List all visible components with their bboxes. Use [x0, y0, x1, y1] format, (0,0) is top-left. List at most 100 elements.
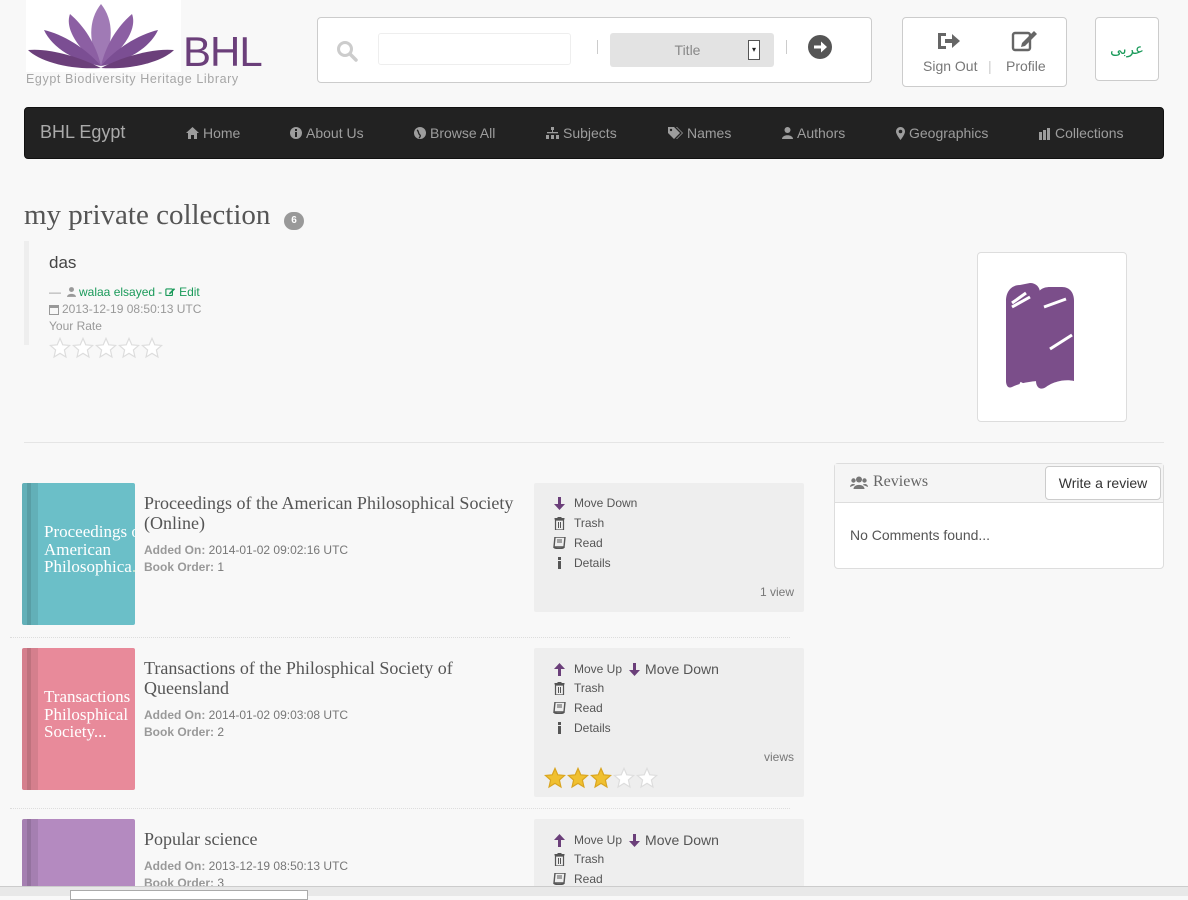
sign-out-icon[interactable]	[936, 29, 962, 53]
action-label: Details	[574, 721, 611, 735]
star-empty-icon[interactable]	[72, 337, 94, 359]
book-rating-stars[interactable]	[544, 767, 658, 789]
move-down-action[interactable]: Move Down	[645, 832, 719, 848]
star-empty-icon[interactable]	[636, 767, 658, 789]
dropdown-arrow-icon[interactable]: ▾	[748, 40, 760, 60]
trash-action[interactable]: Trash	[553, 516, 604, 530]
profile-link[interactable]: Profile	[1006, 58, 1046, 74]
move-up-action[interactable]: Move Up	[574, 662, 622, 676]
star-filled-icon[interactable]	[567, 767, 589, 789]
star-empty-icon[interactable]	[95, 337, 117, 359]
details-action[interactable]: Details	[553, 721, 611, 735]
nav-item-label: Authors	[797, 125, 846, 141]
collection-date: 2013-12-19 08:50:13 UTC	[62, 302, 202, 316]
action-label: Read	[574, 872, 603, 886]
read-action[interactable]: Read	[553, 701, 603, 715]
book-cover[interactable]	[22, 819, 135, 896]
action-label: Read	[574, 701, 603, 715]
book-title-link[interactable]: Proceedings of the American Philosophica…	[144, 493, 524, 533]
nav-item-label: Home	[203, 125, 241, 141]
nav-item-subjects[interactable]: Subjects	[546, 125, 617, 141]
nav-item-label: Names	[687, 125, 732, 141]
bottom-input[interactable]	[70, 890, 308, 900]
book-cover[interactable]: Proceedings of the American Philosophica…	[22, 483, 135, 625]
section-divider	[24, 442, 1164, 443]
book-icon	[553, 873, 566, 885]
tags-icon	[668, 127, 683, 139]
info-icon	[558, 557, 561, 569]
view-count: 1 view	[759, 585, 794, 599]
map-marker-icon	[896, 126, 905, 140]
user-icon	[782, 127, 793, 139]
trash-action[interactable]: Trash	[553, 681, 604, 695]
your-rate-label: Your Rate	[49, 319, 102, 333]
search-go-button[interactable]	[807, 34, 833, 60]
book-order: Book Order: 2	[144, 725, 224, 739]
details-action[interactable]: Details	[553, 556, 611, 570]
nav-item-about-us[interactable]: About Us	[290, 125, 364, 141]
your-rate-stars[interactable]	[49, 337, 163, 359]
sitemap-icon	[546, 127, 559, 139]
search-input[interactable]	[378, 33, 571, 65]
trash-action[interactable]: Trash	[553, 852, 604, 866]
user-menu-separator: |	[988, 58, 992, 74]
book-icon	[553, 702, 566, 714]
star-empty-icon[interactable]	[141, 337, 163, 359]
read-action[interactable]: Read	[553, 872, 603, 886]
row-divider	[10, 637, 790, 638]
nav-item-collections[interactable]: Collections	[1039, 125, 1123, 141]
move-down-action[interactable]: Move Down	[553, 496, 637, 510]
added-label: Added On:	[144, 859, 206, 873]
book-spine-line	[27, 819, 31, 896]
nav-item-home[interactable]: Home	[186, 125, 240, 141]
cover-title: Proceedings of the American Philosophica	[44, 522, 135, 576]
added-label: Added On:	[144, 708, 206, 722]
arrow-down-icon	[629, 662, 641, 676]
order-label: Book Order:	[144, 725, 215, 739]
order-value: 1	[217, 560, 225, 574]
star-empty-icon[interactable]	[118, 337, 140, 359]
logo-text: BHL	[183, 28, 263, 75]
nav-item-names[interactable]: Names	[668, 125, 731, 141]
trash-icon	[554, 852, 565, 866]
nav-item-geographics[interactable]: Geographics	[896, 125, 988, 141]
star-empty-icon[interactable]	[613, 767, 635, 789]
navbar-brand[interactable]: BHL Egypt	[40, 122, 125, 143]
move-up-action[interactable]: Move Up	[574, 833, 622, 847]
read-action[interactable]: Read	[553, 536, 603, 550]
nav-item-label: Collections	[1055, 125, 1124, 141]
owner-link[interactable]: walaa elsayed	[79, 285, 155, 299]
logo-subtitle: Egypt Biodiversity Heritage Library	[26, 72, 239, 86]
edit-profile-icon[interactable]	[1011, 28, 1039, 54]
nav-item-label: Geographics	[909, 125, 989, 141]
action-label: Read	[574, 536, 603, 550]
action-label: Trash	[574, 852, 605, 866]
trash-icon	[554, 516, 565, 530]
book-title-link[interactable]: Popular science	[144, 829, 504, 849]
write-review-button[interactable]: Write a review	[1045, 466, 1161, 500]
added-label: Added On:	[144, 543, 206, 557]
star-filled-icon[interactable]	[544, 767, 566, 789]
edit-separator: -	[158, 285, 163, 299]
nav-item-label: Browse All	[430, 125, 496, 141]
star-empty-icon[interactable]	[49, 337, 71, 359]
sign-out-link[interactable]: Sign Out	[923, 58, 977, 74]
info-icon	[290, 127, 302, 139]
arrow-right-icon	[808, 35, 832, 59]
arrow-down-icon	[629, 833, 641, 847]
book-title-link[interactable]: Transactions of the Philosphical Society…	[144, 658, 504, 698]
no-comments-message: No Comments found...	[850, 527, 991, 543]
globe-icon	[414, 127, 426, 139]
nav-item-browse-all[interactable]: Browse All	[414, 125, 495, 141]
home-icon	[186, 127, 199, 139]
language-switch[interactable]: عربى	[1095, 17, 1159, 81]
nav-item-authors[interactable]: Authors	[782, 125, 845, 141]
row-divider	[10, 808, 790, 809]
star-filled-icon[interactable]	[590, 767, 612, 789]
arrow-up-icon	[554, 833, 565, 847]
move-down-action[interactable]: Move Down	[645, 661, 719, 677]
added-value: 2013-12-19 08:50:13 UTC	[208, 859, 349, 873]
books-icon	[1006, 283, 1074, 393]
book-cover[interactable]: Transactions of the Philosphical Society…	[22, 648, 135, 790]
edit-link[interactable]: Edit	[179, 285, 200, 299]
